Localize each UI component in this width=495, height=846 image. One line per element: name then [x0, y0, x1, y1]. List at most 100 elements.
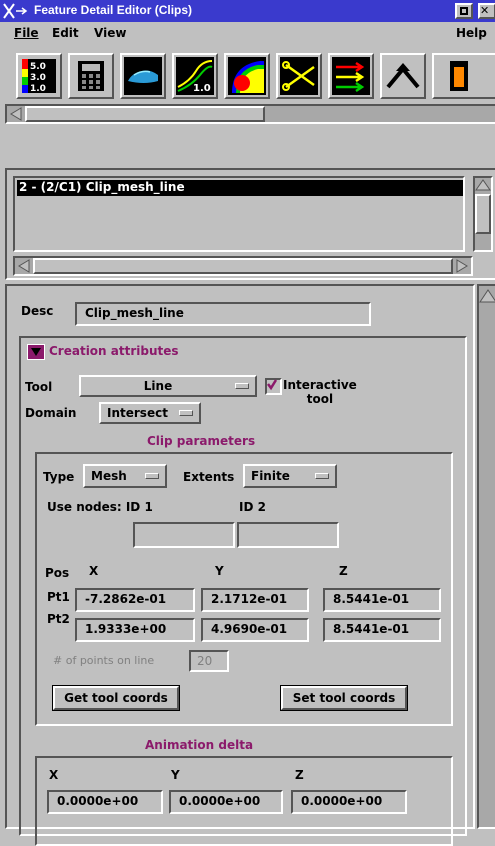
anim-col-y-label: Y — [171, 768, 180, 782]
pt1-x-field[interactable]: -7.2862e-01 — [75, 588, 195, 612]
scroll-thumb[interactable] — [25, 106, 265, 122]
list-vscrollbar[interactable] — [473, 176, 493, 252]
detail-panel: Desc Clip_mesh_line Creation attributes … — [5, 284, 475, 846]
tool-label: Tool — [25, 380, 53, 394]
option-menu-icon — [179, 410, 193, 416]
scroll-left-arrow[interactable] — [9, 107, 23, 121]
pt2-z-field[interactable]: 8.5441e-01 — [323, 618, 441, 642]
partial-icon — [450, 61, 468, 91]
points-field: 20 — [189, 650, 229, 672]
option-menu-icon — [235, 383, 249, 389]
pt2-label: Pt2 — [47, 612, 70, 626]
svg-text:5.0: 5.0 — [30, 62, 46, 72]
feature-list[interactable]: 2 - (2/C1) Clip_mesh_line — [13, 176, 465, 252]
scissors-icon — [280, 57, 318, 95]
menu-edit[interactable]: Edit — [52, 26, 79, 40]
col-z-label: Z — [339, 564, 348, 578]
menu-bar: File Edit View Help — [0, 22, 495, 46]
toolbar-scrollbar[interactable] — [5, 104, 495, 124]
pt1-z-field[interactable]: 8.5441e-01 — [323, 588, 441, 612]
id2-label: ID 2 — [239, 500, 266, 514]
detail-vscrollbar[interactable] — [477, 284, 495, 829]
creation-attributes-panel: Creation attributes Tool Line Interactiv… — [19, 336, 467, 846]
scissors-button[interactable] — [276, 53, 322, 99]
scroll-up-arrow[interactable] — [479, 288, 495, 304]
domain-label: Domain — [25, 406, 77, 420]
vectors-icon — [332, 57, 370, 95]
toolbar: 5.0 3.0 1.0 1.0 — [0, 50, 495, 136]
scroll-thumb[interactable] — [33, 258, 453, 274]
triangle-down-icon — [31, 348, 41, 356]
arrow-up-button[interactable] — [380, 53, 426, 99]
anim-col-x-label: X — [49, 768, 59, 782]
list-hscrollbar[interactable] — [13, 256, 473, 276]
title-bar[interactable]: Feature Detail Editor (Clips) ✕ — [0, 0, 495, 22]
domain-select[interactable]: Intersect — [99, 402, 201, 424]
minimize-icon — [460, 7, 468, 15]
interactive-label: Interactive tool — [283, 378, 357, 406]
iconify-button[interactable] — [455, 3, 473, 19]
anim-z-field[interactable]: 0.0000e+00 — [291, 790, 407, 814]
animation-delta-panel: X Y Z 0.0000e+00 0.0000e+00 0.0000e+00 — [35, 756, 453, 846]
svg-text:1.0: 1.0 — [193, 83, 211, 94]
close-icon: ✕ — [480, 4, 490, 17]
scroll-up-arrow[interactable] — [475, 178, 491, 192]
pos-label: Pos — [45, 566, 70, 580]
arrow-up-icon — [386, 63, 420, 89]
type-label: Type — [43, 470, 75, 484]
menu-file[interactable]: File — [14, 26, 39, 40]
window-title: Feature Detail Editor (Clips) — [34, 3, 193, 17]
creation-header: Creation attributes — [49, 344, 179, 358]
pt1-y-field[interactable]: 2.1712e-01 — [201, 588, 309, 612]
tool-select[interactable]: Line — [79, 375, 257, 397]
clip-parameters-header: Clip parameters — [147, 434, 256, 448]
col-y-label: Y — [215, 564, 224, 578]
id1-field[interactable] — [133, 522, 235, 548]
desc-field[interactable]: Clip_mesh_line — [75, 302, 371, 326]
animation-delta-header: Animation delta — [145, 738, 254, 752]
col-x-label: X — [89, 564, 99, 578]
x-logo-icon[interactable] — [2, 2, 30, 20]
pt1-label: Pt1 — [47, 590, 70, 604]
option-menu-icon — [315, 473, 329, 479]
car-model-icon — [124, 57, 162, 95]
menu-help[interactable]: Help — [456, 26, 487, 40]
id2-field[interactable] — [237, 522, 339, 548]
scroll-right-arrow[interactable] — [455, 259, 469, 273]
calculator-icon — [78, 61, 104, 91]
points-label: # of points on line — [53, 654, 155, 667]
scroll-left-arrow[interactable] — [17, 259, 31, 273]
partial-tool-button[interactable] — [432, 53, 495, 99]
option-menu-icon — [145, 473, 159, 479]
scroll-thumb[interactable] — [475, 194, 491, 234]
close-button[interactable]: ✕ — [478, 3, 495, 19]
svg-text:1.0: 1.0 — [30, 84, 46, 94]
graph-curves-icon: 1.0 — [176, 57, 214, 95]
pt2-x-field[interactable]: 1.9333e+00 — [75, 618, 195, 642]
extents-label: Extents — [183, 470, 235, 484]
svg-text:3.0: 3.0 — [30, 73, 46, 83]
set-tool-coords-button[interactable]: Set tool coords — [281, 686, 407, 710]
get-tool-coords-button[interactable]: Get tool coords — [53, 686, 179, 710]
graph-curves-button[interactable]: 1.0 — [172, 53, 218, 99]
feature-list-frame: 2 - (2/C1) Clip_mesh_line — [5, 168, 495, 280]
collapse-toggle[interactable] — [27, 344, 45, 360]
list-item[interactable]: 2 - (2/C1) Clip_mesh_line — [17, 180, 463, 196]
color-legend-button[interactable]: 5.0 3.0 1.0 — [16, 53, 62, 99]
type-select[interactable]: Mesh — [83, 464, 167, 488]
extents-select[interactable]: Finite — [243, 464, 337, 488]
use-nodes-label: Use nodes: ID 1 — [47, 500, 153, 514]
anim-x-field[interactable]: 0.0000e+00 — [47, 790, 163, 814]
anim-y-field[interactable]: 0.0000e+00 — [169, 790, 283, 814]
interactive-checkbox[interactable] — [265, 378, 282, 395]
car-model-button[interactable] — [120, 53, 166, 99]
color-contour-icon — [228, 57, 266, 95]
pt2-y-field[interactable]: 4.9690e-01 — [201, 618, 309, 642]
clip-parameters-panel: Type Mesh Extents Finite Use nodes: ID 1… — [35, 452, 453, 726]
calculator-button[interactable] — [68, 53, 114, 99]
vectors-button[interactable] — [328, 53, 374, 99]
anim-col-z-label: Z — [295, 768, 304, 782]
menu-view[interactable]: View — [94, 26, 126, 40]
color-legend-icon: 5.0 3.0 1.0 — [22, 59, 56, 94]
color-contour-button[interactable] — [224, 53, 270, 99]
